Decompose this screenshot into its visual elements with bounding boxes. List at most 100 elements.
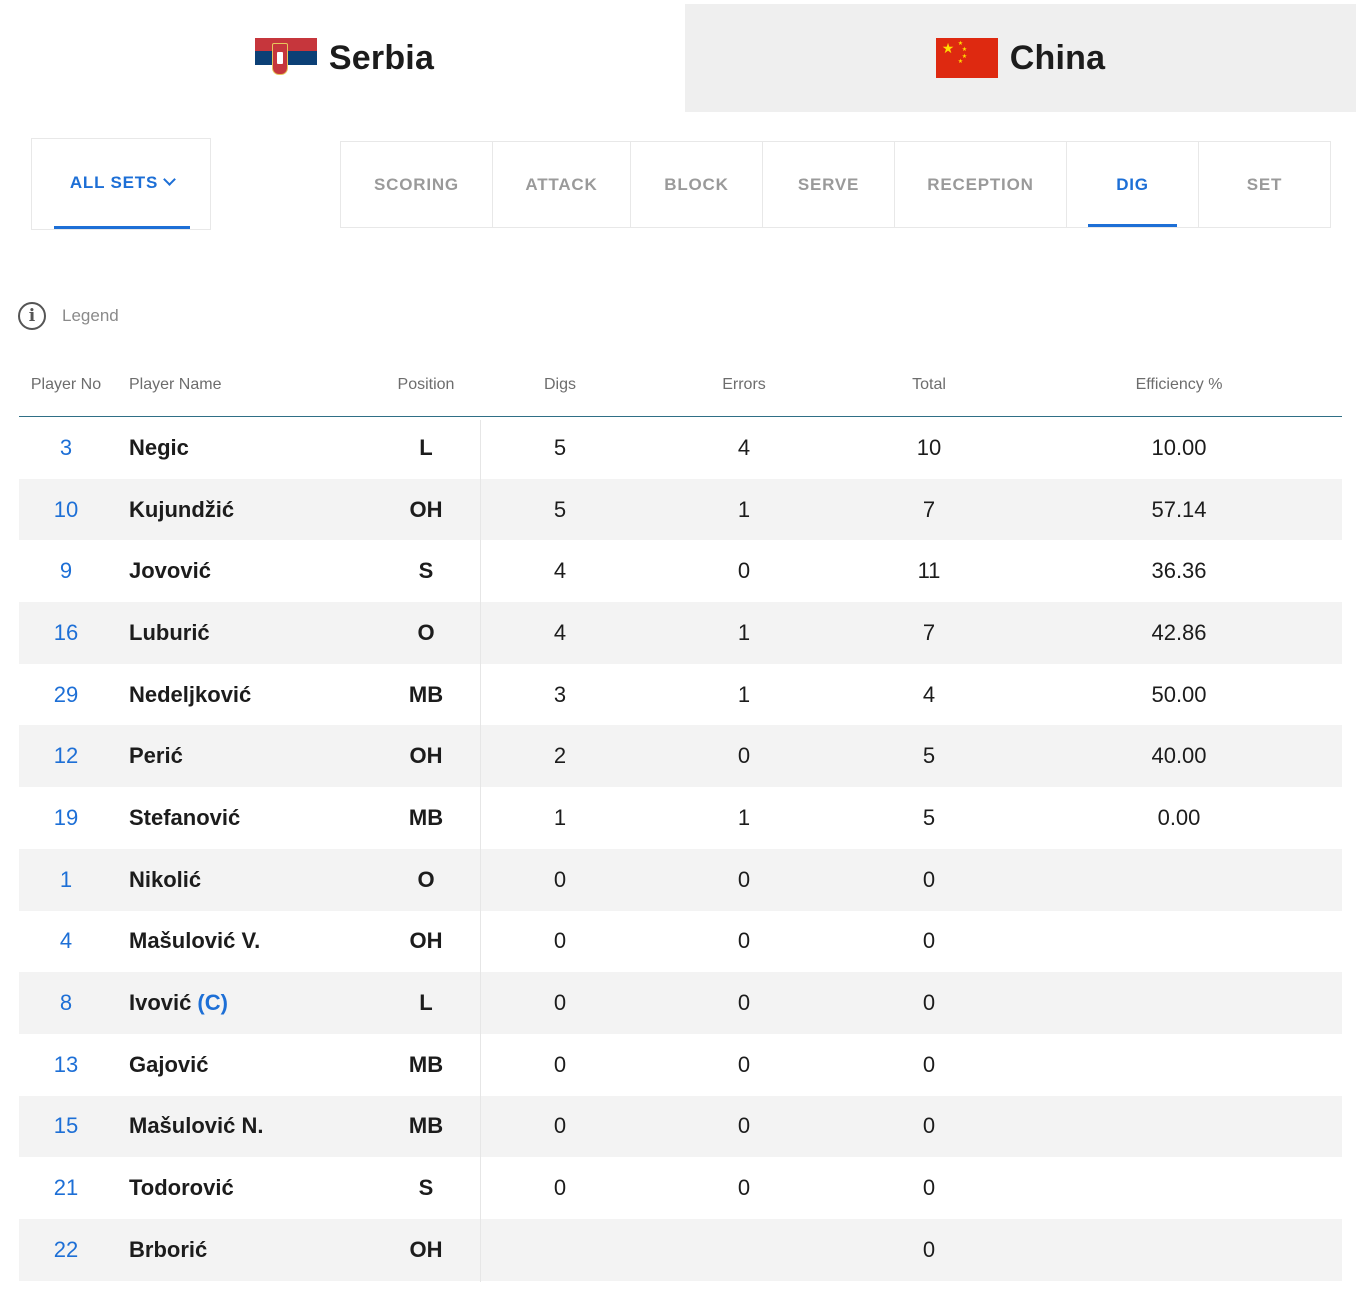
digs-value: 3 (553, 681, 567, 707)
player-name[interactable]: Kujundžić (129, 479, 389, 541)
player-name[interactable]: Nikolić (129, 849, 389, 911)
player-name-text: Brborić (129, 1236, 208, 1262)
player-name[interactable]: Mašulović V. (129, 911, 389, 973)
team-name: China (1009, 38, 1106, 77)
tab-dig[interactable]: DIG (1067, 142, 1199, 227)
total-value: 10 (916, 434, 942, 460)
errors-value: 4 (737, 434, 751, 460)
tab-reception[interactable]: RECEPTION (895, 142, 1067, 227)
player-name[interactable]: Perić (129, 725, 389, 787)
total-value: 0 (922, 1113, 936, 1139)
total-value: 4 (922, 681, 936, 707)
total-value: 5 (922, 804, 936, 830)
table-row: 16 Luburić O 4 1 7 42.86 (19, 602, 1342, 664)
table-row: 15 Mašulović N. MB 0 0 0 (19, 1095, 1342, 1158)
player-number-link[interactable]: 12 (19, 725, 113, 787)
serbia-flag-icon (254, 38, 317, 78)
efficiency-value: 50.00 (1151, 681, 1207, 707)
errors-value: 0 (737, 1113, 751, 1139)
digs-value: 2 (553, 743, 567, 769)
team-tabs: Serbia ★ ★ ★ ★ ★ China (4, 4, 1356, 112)
legend-toggle[interactable]: i Legend (18, 302, 119, 330)
efficiency-value (1099, 1157, 1259, 1219)
efficiency-value (1099, 1034, 1259, 1096)
player-name-text: Negic (129, 434, 189, 460)
efficiency-value (1099, 849, 1259, 911)
digs-value: 0 (553, 1113, 567, 1139)
table-row: 19 Stefanović MB 1 1 5 0.00 (19, 787, 1342, 849)
player-name[interactable]: Negic (129, 417, 389, 479)
sets-filter: ALL SETS (31, 138, 211, 230)
errors-value: 0 (737, 866, 751, 892)
tab-block[interactable]: BLOCK (631, 142, 763, 227)
total-value: 0 (922, 866, 936, 892)
player-name[interactable]: Brborić (129, 1219, 389, 1281)
total-value: 7 (922, 619, 936, 645)
player-number-link[interactable]: 9 (19, 540, 113, 602)
player-number-link[interactable]: 15 (19, 1096, 113, 1158)
player-number-link[interactable]: 13 (19, 1034, 113, 1096)
player-position: O (417, 866, 435, 892)
tab-set[interactable]: SET (1199, 142, 1330, 227)
table-row: 29 Nedeljković MB 3 1 4 50.00 (19, 664, 1342, 726)
tab-serve[interactable]: SERVE (763, 142, 895, 227)
digs-value: 0 (553, 928, 567, 954)
player-position: MB (408, 681, 444, 707)
table-row: 1 Nikolić O 0 0 0 (19, 848, 1342, 911)
player-number-link[interactable]: 19 (19, 787, 113, 849)
digs-value: 5 (553, 496, 567, 522)
tab-attack[interactable]: ATTACK (493, 142, 631, 227)
errors-value: 1 (737, 496, 751, 522)
player-number-link[interactable]: 8 (19, 972, 113, 1034)
team-tab-serbia[interactable]: Serbia (4, 4, 685, 112)
team-tab-china[interactable]: ★ ★ ★ ★ ★ China (685, 4, 1356, 112)
player-name[interactable]: Nedeljković (129, 664, 389, 726)
table-row: 12 Perić OH 2 0 5 40.00 (19, 725, 1342, 788)
tab-scoring[interactable]: SCORING (341, 142, 493, 227)
header-errors: Errors (722, 376, 766, 393)
header-digs: Digs (543, 376, 576, 393)
player-position: OH (409, 928, 443, 954)
player-number-link[interactable]: 3 (19, 417, 113, 479)
errors-value: 0 (737, 990, 751, 1016)
header-efficiency: Efficiency % (1135, 376, 1223, 393)
errors-value: 0 (737, 928, 751, 954)
player-name[interactable]: Luburić (129, 602, 389, 664)
stats-page: Serbia ★ ★ ★ ★ ★ China ALL SETS SCORING … (4, 4, 1356, 1288)
errors-value (699, 1219, 789, 1281)
total-value: 0 (922, 928, 936, 954)
player-position: OH (409, 496, 443, 522)
player-name[interactable]: Jovović (129, 540, 389, 602)
efficiency-value: 40.00 (1151, 743, 1207, 769)
digs-value: 5 (553, 434, 567, 460)
player-name[interactable]: Todorović (129, 1157, 389, 1219)
all-sets-dropdown[interactable]: ALL SETS (54, 139, 190, 229)
errors-value: 1 (737, 804, 751, 830)
efficiency-value (1099, 911, 1259, 973)
player-number-link[interactable]: 21 (19, 1157, 113, 1219)
player-name-text: Stefanović (129, 804, 241, 830)
player-position: MB (408, 804, 444, 830)
player-number-link[interactable]: 10 (19, 479, 113, 541)
player-name[interactable]: Ivović (C) (129, 972, 389, 1034)
table-row: 21 Todorović S 0 0 0 (19, 1157, 1342, 1219)
table-row: 4 Mašulović V. OH 0 0 0 (19, 911, 1342, 973)
captain-badge: (C) (197, 990, 228, 1016)
player-name[interactable]: Stefanović (129, 787, 389, 849)
efficiency-value: 57.14 (1151, 496, 1207, 522)
player-number-link[interactable]: 1 (19, 849, 113, 911)
player-number-link[interactable]: 4 (19, 911, 113, 973)
table-row: 22 Brborić OH 0 (19, 1218, 1342, 1281)
player-number-link[interactable]: 16 (19, 602, 113, 664)
player-name[interactable]: Mašulović N. (129, 1096, 389, 1158)
player-number-link[interactable]: 22 (19, 1219, 113, 1281)
player-number-link[interactable]: 29 (19, 664, 113, 726)
player-name[interactable]: Gajović (129, 1034, 389, 1096)
player-name-text: Todorović (129, 1175, 234, 1201)
player-name-text: Jovović (129, 558, 211, 584)
legend-label: Legend (62, 306, 119, 325)
table-header: Player No Player Name Position Digs Erro… (19, 354, 1342, 417)
efficiency-value (1099, 1219, 1259, 1281)
errors-value: 0 (737, 558, 751, 584)
digs-value: 0 (553, 866, 567, 892)
